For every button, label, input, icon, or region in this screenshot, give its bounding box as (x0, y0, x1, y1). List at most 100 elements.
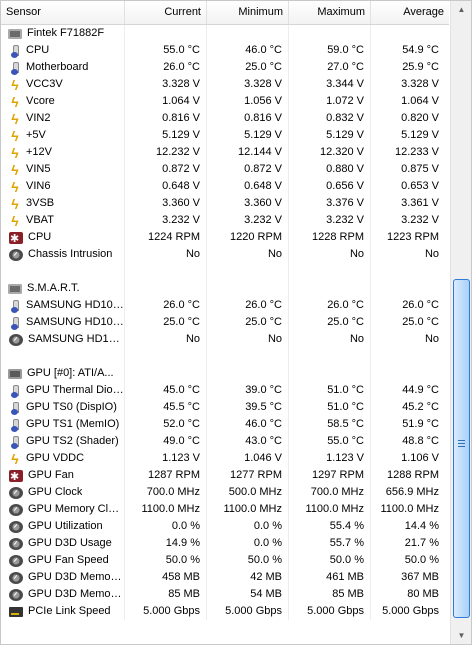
average-value: 25.9 °C (402, 61, 439, 73)
maximum-value: 27.0 °C (289, 59, 371, 76)
sensor-row[interactable]: GPU TS1 (MemIO) 52.0 °C 46.0 °C 58.5 °C 51.9… (1, 416, 449, 433)
voltage-icon: ϟ (11, 110, 19, 127)
header-sensor[interactable]: Sensor (1, 1, 125, 24)
sensor-name-cell: ϟ 3VSB (1, 195, 125, 212)
minimum-value: 3.232 V (207, 212, 289, 229)
voltage-icon: ϟ (11, 76, 19, 93)
current-value: 26.0 °C (125, 297, 207, 314)
scroll-up-arrow-icon[interactable]: ▲ (451, 1, 471, 18)
current-value: 55.0 °C (125, 42, 207, 59)
minimum-value: 39.5 °C (207, 399, 289, 416)
header-maximum[interactable]: Maximum (289, 1, 371, 24)
sensor-row[interactable]: GPU Fan Speed 50.0 % 50.0 % 50.0 % 50.0 % (1, 552, 449, 569)
current-value: 1287 RPM (125, 467, 207, 484)
average-value (371, 280, 449, 297)
gauge-icon (9, 248, 23, 261)
vertical-scrollbar[interactable]: ▲ ▼ (450, 1, 471, 644)
scroll-down-arrow-icon[interactable]: ▼ (451, 627, 471, 644)
sensor-row[interactable]: GPU Thermal Diode 45.0 °C 39.0 °C 51.0 °C 44… (1, 382, 449, 399)
minimum-value: 3.360 V (207, 195, 289, 212)
sensor-row[interactable]: SAMSUNG HD103... 26.0 °C 26.0 °C 26.0 °C 26.… (1, 297, 449, 314)
maximum-value: 50.0 % (289, 552, 371, 569)
sensor-list[interactable]: Fintek F71882F CPU 55.0 °C 46.0 °C 59.0 °C 54… (1, 25, 449, 620)
sensor-row[interactable]: ϟ GPU VDDC 1.123 V 1.046 V 1.123 V 1.106 V (1, 450, 449, 467)
current-value: 85 MB (125, 586, 207, 603)
sensor-row[interactable]: GPU D3D Usage 14.9 % 0.0 % 55.7 % 21.7 % (1, 535, 449, 552)
average-value: 14.4 % (404, 520, 439, 532)
sensor-row[interactable]: GPU Fan 1287 RPM1277 RPM1297 RPM 1288 RPM (1, 467, 449, 484)
sensor-row[interactable]: SAMSUNG HD103... No No No No (1, 331, 449, 348)
current-value (125, 263, 207, 280)
sensor-row[interactable]: ϟ VIN5 0.872 V 0.872 V 0.880 V 0.875 V (1, 161, 449, 178)
sensor-group-row[interactable]: Fintek F71882F (1, 25, 449, 42)
scrollbar-thumb[interactable] (453, 279, 470, 618)
sensor-label: Motherboard (26, 61, 89, 73)
sensor-group-row[interactable]: GPU [#0]: ATI/A... (1, 365, 449, 382)
sensor-name-cell: GPU Memory Clock (1, 501, 125, 518)
sensor-row[interactable]: CPU 1224 RPM1220 RPM1228 RPM 1223 RPM (1, 229, 449, 246)
current-value: 1224 RPM (125, 229, 207, 246)
current-value: 0.0 % (125, 518, 207, 535)
sensor-row[interactable]: ϟ 3VSB 3.360 V 3.360 V 3.376 V 3.361 V (1, 195, 449, 212)
sensor-row[interactable]: SAMSUNG HD103... 25.0 °C 25.0 °C 25.0 °C 25.… (1, 314, 449, 331)
current-value (125, 365, 207, 382)
header-minimum[interactable]: Minimum (207, 1, 289, 24)
minimum-value: 42 MB (207, 569, 289, 586)
sensor-row[interactable]: GPU D3D Memory... 85 MB 54 MB 85 MB 80 MB (1, 586, 449, 603)
sensor-row[interactable]: GPU TS0 (DispIO) 45.5 °C 39.5 °C 51.0 °C 45.… (1, 399, 449, 416)
current-value (125, 25, 207, 42)
sensor-row[interactable]: ϟ VBAT 3.232 V 3.232 V 3.232 V 3.232 V (1, 212, 449, 229)
minimum-value: 54 MB (207, 586, 289, 603)
maximum-value: 51.0 °C (289, 399, 371, 416)
sensor-row[interactable]: Motherboard 26.0 °C 25.0 °C 27.0 °C 25.9 °C (1, 59, 449, 76)
sensor-row[interactable]: PCIe Link Speed 5.000 Gbps 5.000 Gbps 5.000… (1, 603, 449, 620)
spacer-row (1, 348, 449, 365)
maximum-value: 55.7 % (289, 535, 371, 552)
average-value: 48.8 °C (402, 435, 439, 447)
sensor-row[interactable]: ϟ VIN2 0.816 V 0.816 V 0.832 V 0.820 V (1, 110, 449, 127)
sensor-row[interactable]: GPU D3D Memory... 458 MB 42 MB 461 MB 367 MB (1, 569, 449, 586)
sensor-label: GPU D3D Memory... (28, 571, 124, 583)
sensor-label: GPU TS2 (Shader) (26, 435, 119, 447)
sensor-row[interactable]: GPU Clock 700.0 MHz 500.0 MHz 700.0 MHz 656.… (1, 484, 449, 501)
maximum-value: 0.880 V (289, 161, 371, 178)
average-value: 0.875 V (401, 163, 439, 175)
maximum-value: 85 MB (289, 586, 371, 603)
sensor-name-cell: ϟ GPU VDDC (1, 450, 125, 467)
sensor-name-cell (1, 348, 125, 365)
sensor-label: SAMSUNG HD103... (26, 316, 124, 328)
thermometer-icon (8, 299, 22, 313)
sensor-row[interactable]: ϟ VCC3V 3.328 V 3.328 V 3.344 V 3.328 V (1, 76, 449, 93)
minimum-value: 50.0 % (207, 552, 289, 569)
sensor-name-cell: Fintek F71882F (1, 25, 125, 42)
current-value: 50.0 % (125, 552, 207, 569)
thermometer-icon (8, 44, 22, 58)
sensor-name-cell: GPU D3D Usage (1, 535, 125, 552)
sensor-name-cell: GPU Thermal Diode (1, 382, 125, 399)
sensor-row[interactable]: Chassis Intrusion No No No No (1, 246, 449, 263)
sensor-name-cell: PCIe Link Speed (1, 603, 125, 620)
header-average[interactable]: Average (371, 1, 449, 24)
current-value: 1.064 V (125, 93, 207, 110)
average-value: 3.328 V (401, 78, 439, 90)
sensor-row[interactable]: ϟ Vcore 1.064 V 1.056 V 1.072 V 1.064 V (1, 93, 449, 110)
sensor-row[interactable]: GPU TS2 (Shader) 49.0 °C 43.0 °C 55.0 °C 48.… (1, 433, 449, 450)
average-value: 5.129 V (401, 129, 439, 141)
sensor-row[interactable]: GPU Utilization 0.0 % 0.0 % 55.4 % 14.4 % (1, 518, 449, 535)
sensor-label: GPU Fan Speed (28, 554, 109, 566)
sensor-name-cell: SAMSUNG HD103... (1, 314, 125, 331)
maximum-value: 58.5 °C (289, 416, 371, 433)
sensor-label: GPU Fan (28, 469, 74, 481)
maximum-value (289, 365, 371, 382)
gauge-icon (9, 503, 23, 516)
current-value: 45.0 °C (125, 382, 207, 399)
sensor-row[interactable]: ϟ VIN6 0.648 V 0.648 V 0.656 V 0.653 V (1, 178, 449, 195)
sensor-row[interactable]: GPU Memory Clock 1100.0 MHz 1100.0 MHz 1100… (1, 501, 449, 518)
sensor-group-row[interactable]: S.M.A.R.T. (1, 280, 449, 297)
sensor-label: S.M.A.R.T. (27, 282, 80, 294)
sensor-row[interactable]: ϟ +12V 12.232 V 12.144 V 12.320 V 12.233 V (1, 144, 449, 161)
header-current[interactable]: Current (125, 1, 207, 24)
sensor-row[interactable]: CPU 55.0 °C 46.0 °C 59.0 °C 54.9 °C (1, 42, 449, 59)
voltage-icon: ϟ (11, 93, 19, 110)
sensor-row[interactable]: ϟ +5V 5.129 V 5.129 V 5.129 V 5.129 V (1, 127, 449, 144)
